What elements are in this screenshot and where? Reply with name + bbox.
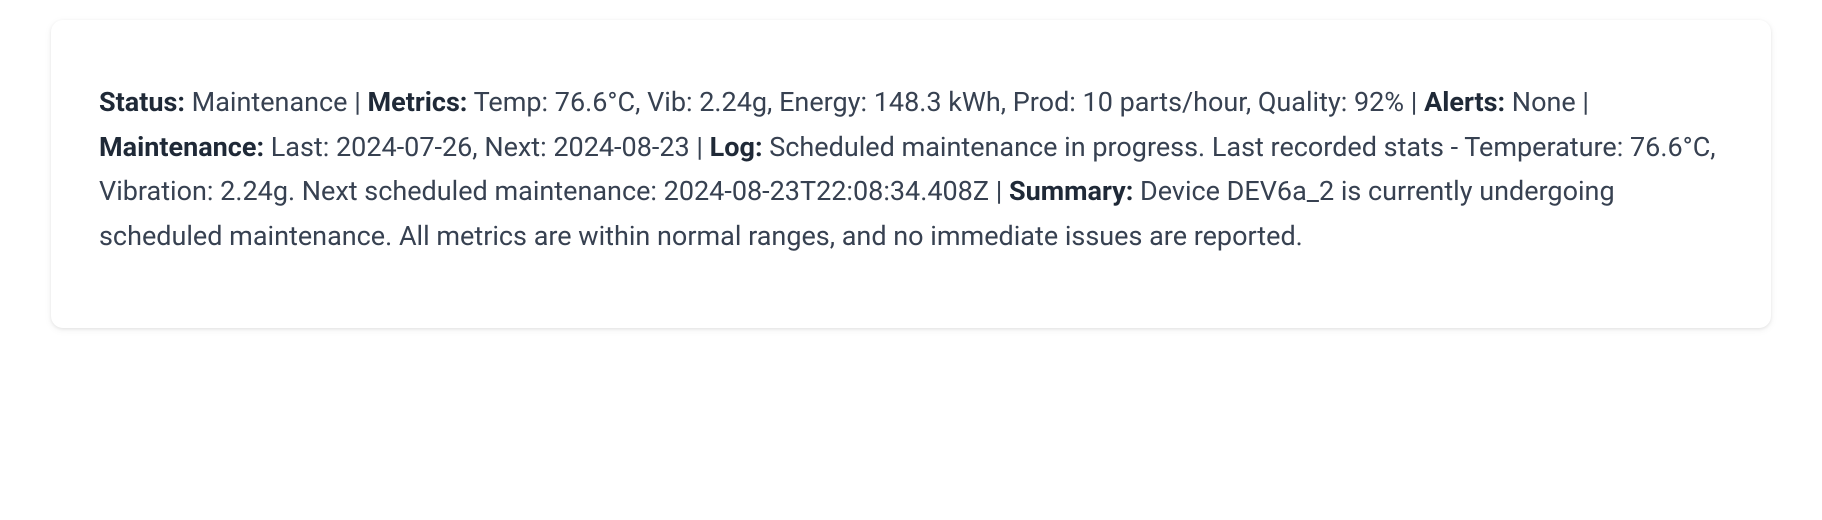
maintenance-value: Last: 2024-07-26, Next: 2024-08-23 | — [264, 131, 710, 163]
status-value: Maintenance | — [185, 86, 368, 118]
status-label: Status: — [99, 86, 185, 118]
alerts-value: None | — [1505, 86, 1589, 118]
status-content: Status: Maintenance | Metrics: Temp: 76.… — [99, 80, 1723, 258]
maintenance-label: Maintenance: — [99, 131, 264, 163]
metrics-label: Metrics: — [367, 86, 467, 118]
status-card: Status: Maintenance | Metrics: Temp: 76.… — [51, 20, 1771, 328]
alerts-label: Alerts: — [1424, 86, 1505, 118]
metrics-value: Temp: 76.6°C, Vib: 2.24g, Energy: 148.3 … — [467, 86, 1424, 118]
summary-label: Summary: — [1009, 175, 1133, 207]
log-label: Log: — [710, 131, 763, 163]
